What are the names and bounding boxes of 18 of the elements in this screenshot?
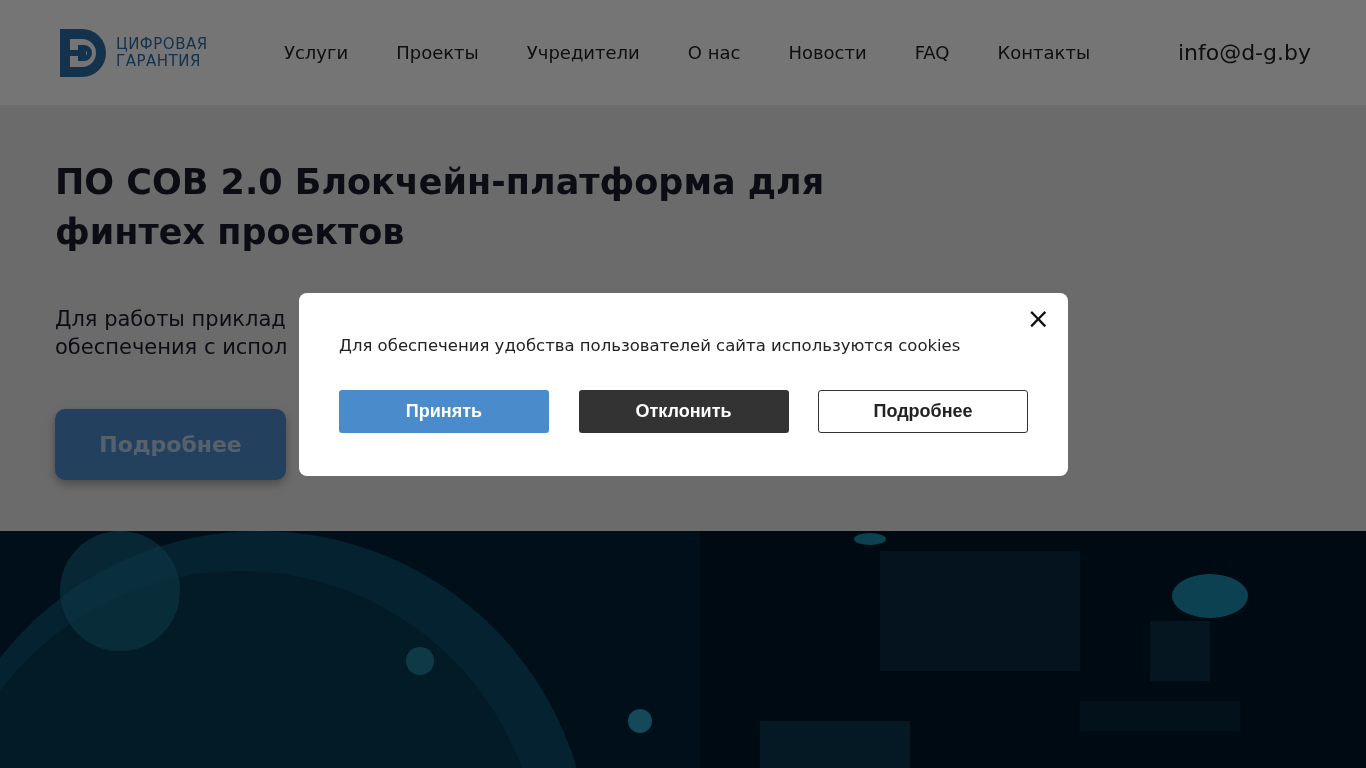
logo-text: ЦИФРОВАЯ	[116, 35, 208, 53]
nav-link[interactable]: Услуги	[284, 42, 349, 63]
email-link[interactable]: info@d-g.by	[1177, 40, 1311, 65]
nav-link[interactable]: Новости	[788, 42, 867, 63]
nav-link[interactable]: Контакты	[997, 42, 1091, 63]
description-text: Для работы приклад	[55, 306, 286, 333]
dialog-button[interactable]: Отклонить	[578, 390, 789, 433]
close-button[interactable]: ×	[1022, 305, 1054, 333]
dialog-button[interactable]: Принять	[339, 390, 549, 433]
nav-link[interactable]: FAQ	[914, 42, 950, 63]
page-title: ПО СОВ 2.0 Блокчейн-платформа для финтех проектов	[55, 161, 826, 254]
cookie-message: Для обеспечения удобства пользователей сайта используются cookies	[339, 335, 961, 357]
nav-link[interactable]: Проекты	[396, 42, 479, 63]
dialog-button[interactable]: Подробнее	[818, 390, 1028, 433]
logo-text: ГАРАНТИЯ	[116, 52, 201, 70]
nav-link[interactable]: О нас	[687, 42, 741, 63]
description-text: обеспечения с испол	[55, 334, 288, 361]
nav-link[interactable]: Учредители	[526, 42, 640, 63]
